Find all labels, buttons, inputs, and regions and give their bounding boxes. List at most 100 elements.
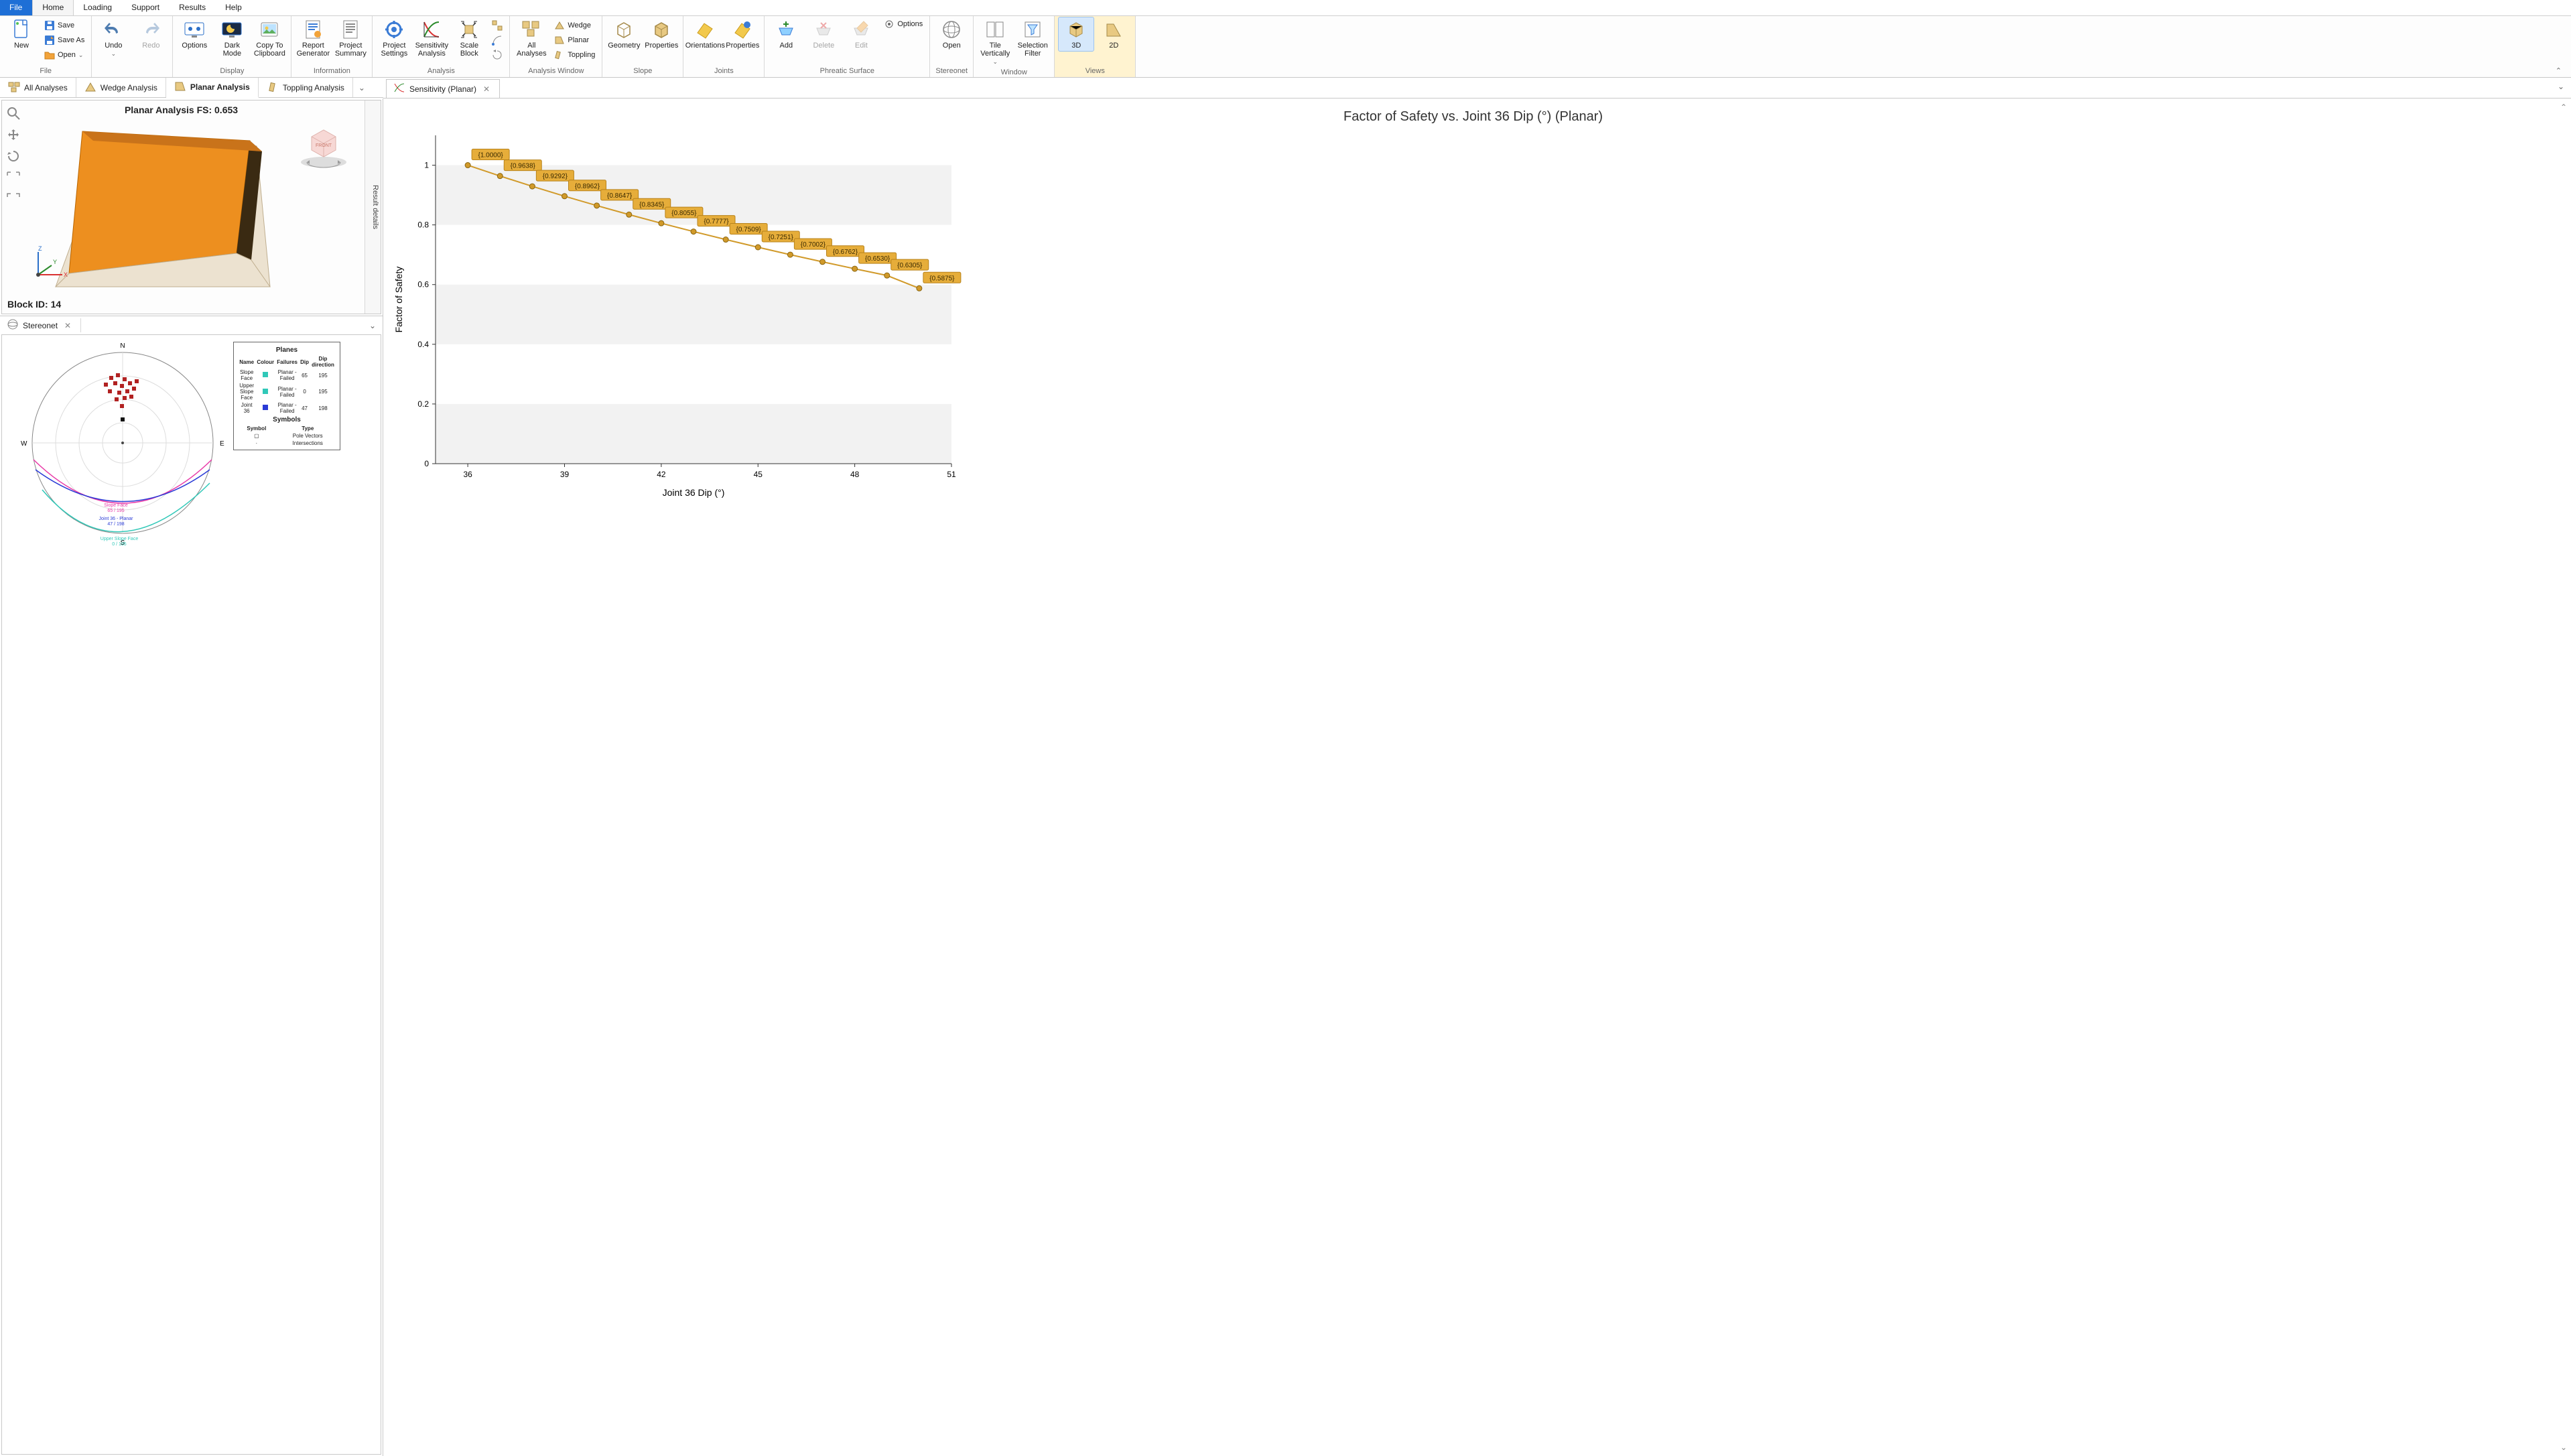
ribbon-collapse-icon[interactable]: ⌃: [1140, 65, 2567, 77]
tab-stereonet[interactable]: Stereonet ✕: [0, 318, 81, 332]
toppling-button[interactable]: Toppling: [551, 48, 598, 62]
orientations-button[interactable]: Orientations: [687, 17, 722, 51]
stereonet-open-button[interactable]: Open: [934, 17, 969, 51]
summary-icon: [340, 19, 361, 40]
expand-icon[interactable]: [5, 169, 22, 186]
options-label: Options: [182, 42, 207, 50]
planar-block-render: [29, 119, 310, 300]
ribbon-group-window: Tile Vertically Selection Filter Window: [974, 16, 1055, 77]
sensitivity-chart-panel: ⌃ Factor of Safety vs. Joint 36 Dip (°) …: [383, 98, 2571, 1456]
padd-label: Add: [780, 42, 793, 50]
orient-label: Orientations: [685, 42, 725, 50]
sens-dropdown[interactable]: ⌄: [2551, 78, 2571, 98]
saveas-button[interactable]: Save As: [42, 34, 87, 47]
v3d-label: 3D: [1071, 42, 1081, 50]
stereonet-dropdown[interactable]: ⌄: [362, 321, 383, 330]
stereonet-view[interactable]: N S E W Slope Face 65 / 195 Joint 36 - P…: [1, 334, 381, 1455]
svg-text:{0.6305}: {0.6305}: [897, 262, 923, 269]
reset-view-icon[interactable]: [5, 147, 22, 165]
svg-text:48: 48: [850, 470, 860, 479]
svg-text:W: W: [21, 440, 27, 448]
phreatic-delete-button[interactable]: Delete: [806, 17, 841, 51]
group-title-info: Information: [295, 66, 368, 77]
planar-button[interactable]: Planar: [551, 34, 598, 47]
zoom-icon[interactable]: [5, 105, 22, 122]
phreatic-options-button[interactable]: Options: [881, 17, 925, 31]
undo-label: Undo: [105, 42, 122, 50]
copy-clipboard-button[interactable]: Copy To Clipboard: [252, 17, 287, 59]
project-summary-button[interactable]: Project Summary: [333, 17, 368, 59]
analysis-sm2-button[interactable]: [489, 34, 505, 47]
tab-sensitivity[interactable]: Sensitivity (Planar) ✕: [386, 79, 500, 98]
water-delete-icon: [813, 19, 834, 40]
ribbon-group-joints: Orientations Properties Joints: [683, 16, 765, 77]
senstab-close-icon[interactable]: ✕: [480, 84, 492, 94]
arc-icon: [492, 35, 503, 46]
project-settings-button[interactable]: Project Settings: [377, 17, 411, 59]
sensitivity-analysis-button[interactable]: Sensitivity Analysis: [414, 17, 449, 59]
wedge-icon: [554, 20, 565, 31]
scale-label: Scale Block: [453, 42, 485, 58]
tile-vertically-button[interactable]: Tile Vertically: [978, 17, 1012, 67]
filter-icon: [1022, 19, 1043, 40]
redo-button[interactable]: Redo: [133, 17, 168, 51]
popts-label: Options: [897, 20, 923, 28]
display-options-button[interactable]: Options: [177, 17, 212, 51]
ribbon-spacer: ⌃: [1136, 16, 2571, 77]
chart-caret-up-icon[interactable]: ⌃: [2560, 103, 2567, 112]
phreatic-edit-button[interactable]: Edit: [844, 17, 878, 51]
collapse-icon[interactable]: [5, 190, 22, 208]
undo-button[interactable]: Undo: [96, 17, 131, 59]
svg-text:{1.0000}: {1.0000}: [478, 152, 503, 159]
open-button[interactable]: Open: [42, 48, 87, 62]
v2d-label: 2D: [1109, 42, 1118, 50]
tab-planar-analysis[interactable]: Planar Analysis: [166, 78, 259, 98]
analysis-sm3-button[interactable]: [489, 48, 505, 62]
tab-home[interactable]: Home: [32, 0, 74, 15]
selection-filter-button[interactable]: Selection Filter: [1015, 17, 1050, 59]
pan-icon[interactable]: [5, 126, 22, 143]
planar-3d-view[interactable]: Planar Analysis FS: 0.653: [1, 100, 381, 314]
sensitivity-chart[interactable]: 00.20.40.60.81363942454851Joint 36 Dip (…: [389, 129, 965, 504]
senstab-label: Sensitivity (Planar): [409, 84, 476, 94]
svg-text:0.4: 0.4: [417, 340, 429, 349]
tab-wedge-analysis[interactable]: Wedge Analysis: [76, 78, 166, 97]
save-button[interactable]: Save: [42, 19, 87, 32]
slope-geometry-button[interactable]: Geometry: [606, 17, 641, 51]
tab-help[interactable]: Help: [216, 0, 252, 15]
result-details-toggle[interactable]: Result details: [365, 101, 381, 314]
new-button[interactable]: New: [4, 17, 39, 51]
view-3d-button[interactable]: 3D: [1059, 17, 1094, 51]
stereonet-close-icon[interactable]: ✕: [62, 321, 74, 330]
wedge-label: Wedge: [568, 21, 591, 29]
chart-caret-down-icon[interactable]: ⌄: [2560, 1443, 2567, 1452]
tab-toppling-analysis[interactable]: Toppling Analysis: [259, 78, 353, 97]
orientation-gizmo[interactable]: FRONT: [293, 121, 354, 174]
analysis-sm1-button[interactable]: [489, 19, 505, 32]
tab-loading[interactable]: Loading: [74, 0, 122, 15]
tab-file[interactable]: File: [0, 0, 32, 15]
joint-properties-button[interactable]: Properties: [725, 17, 760, 51]
wedge-button[interactable]: Wedge: [551, 19, 598, 32]
tab-all-analyses[interactable]: All Analyses: [0, 78, 76, 97]
all-analyses-button[interactable]: All Analyses: [514, 17, 549, 59]
tab-support[interactable]: Support: [122, 0, 170, 15]
worktabs-dropdown[interactable]: ⌄: [353, 78, 371, 97]
phreatic-add-button[interactable]: Add: [769, 17, 803, 51]
dark-mode-button[interactable]: Dark Mode: [214, 17, 249, 59]
tab-results[interactable]: Results: [170, 0, 216, 15]
slope-properties-button[interactable]: Properties: [644, 17, 679, 51]
menu-bar: File Home Loading Support Results Help: [0, 0, 2571, 16]
geom-label: Geometry: [608, 42, 640, 50]
all-label: All Analyses: [515, 42, 547, 58]
left-column: Planar Analysis FS: 0.653: [0, 98, 383, 1456]
scale-block-button[interactable]: Scale Block: [452, 17, 486, 59]
group-title-display: Display: [177, 66, 287, 77]
report-generator-button[interactable]: Report Generator: [295, 17, 330, 59]
view-2d-button[interactable]: 2D: [1096, 17, 1131, 51]
scale-icon: [458, 19, 480, 40]
clipboard-image-icon: [259, 19, 280, 40]
wt-wedge-label: Wedge Analysis: [101, 83, 157, 92]
wt-planar-label: Planar Analysis: [190, 82, 250, 92]
ribbon-group-views: 3D 2D Views: [1055, 16, 1136, 77]
